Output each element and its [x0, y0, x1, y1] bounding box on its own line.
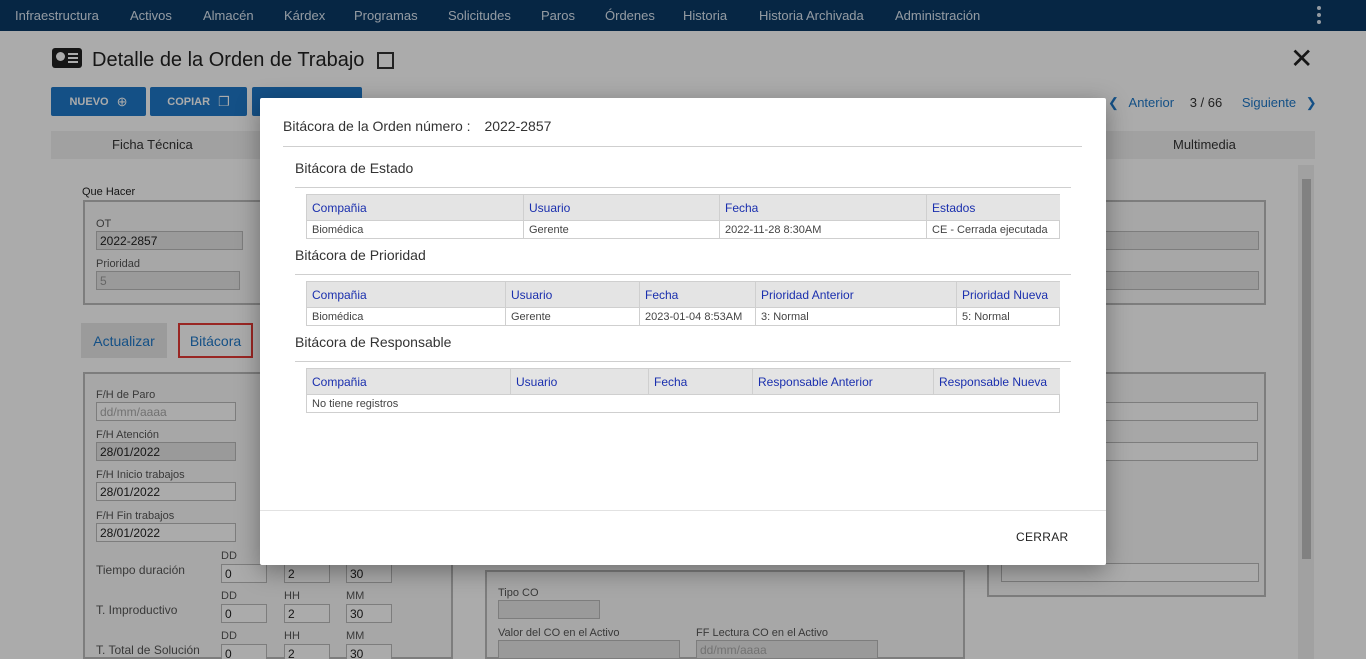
table-cell: Biomédica — [306, 307, 506, 326]
table-row: No tiene registros — [306, 394, 1060, 413]
table-cell: CE - Cerrada ejecutada — [926, 220, 1060, 239]
column-header: Compañia — [306, 194, 524, 221]
table-cell: Gerente — [523, 220, 720, 239]
table-row: Biomédica Gerente 2023-01-04 8:53AM 3: N… — [306, 307, 1060, 326]
table-header-row: Compañia Usuario Fecha Prioridad Anterio… — [306, 281, 1060, 308]
column-header: Compañia — [306, 368, 511, 395]
column-header: Prioridad Anterior — [755, 281, 957, 308]
column-header: Responsable Anterior — [752, 368, 934, 395]
table-cell: Biomédica — [306, 220, 524, 239]
table-cell: Gerente — [505, 307, 640, 326]
header-divider — [283, 146, 1082, 147]
column-header: Compañia — [306, 281, 506, 308]
table-cell: 2023-01-04 8:53AM — [639, 307, 756, 326]
column-header: Usuario — [505, 281, 640, 308]
prioridad-divider — [295, 274, 1071, 275]
column-header: Fecha — [648, 368, 753, 395]
table-cell: 2022-11-28 8:30AM — [719, 220, 927, 239]
modal-header: Bitácora de la Orden número : 2022-2857 — [283, 118, 551, 134]
column-header: Fecha — [719, 194, 927, 221]
modal-header-label: Bitácora de la Orden número : — [283, 118, 471, 134]
order-number: 2022-2857 — [484, 118, 552, 134]
footer-divider — [260, 510, 1106, 511]
table-header-row: Compañia Usuario Fecha Responsable Anter… — [306, 368, 1060, 395]
table-header-row: Compañia Usuario Fecha Estados — [306, 194, 1060, 221]
estado-section-title: Bitácora de Estado — [295, 160, 414, 176]
responsable-table: Compañia Usuario Fecha Responsable Anter… — [306, 368, 1060, 413]
responsable-section-title: Bitácora de Responsable — [295, 334, 452, 350]
empty-message: No tiene registros — [306, 394, 1060, 413]
column-header: Usuario — [523, 194, 720, 221]
column-header: Usuario — [510, 368, 649, 395]
responsable-divider — [295, 361, 1071, 362]
bitacora-modal: Bitácora de la Orden número : 2022-2857 … — [260, 98, 1106, 565]
prioridad-table: Compañia Usuario Fecha Prioridad Anterio… — [306, 281, 1060, 326]
column-header: Fecha — [639, 281, 756, 308]
estado-divider — [295, 187, 1071, 188]
table-cell: 3: Normal — [755, 307, 957, 326]
column-header: Prioridad Nueva — [956, 281, 1060, 308]
estado-table: Compañia Usuario Fecha Estados Biomédica… — [306, 194, 1060, 239]
table-row: Biomédica Gerente 2022-11-28 8:30AM CE -… — [306, 220, 1060, 239]
column-header: Estados — [926, 194, 1060, 221]
column-header: Responsable Nueva — [933, 368, 1060, 395]
close-button[interactable]: CERRAR — [1016, 530, 1078, 548]
table-cell: 5: Normal — [956, 307, 1060, 326]
prioridad-section-title: Bitácora de Prioridad — [295, 247, 426, 263]
